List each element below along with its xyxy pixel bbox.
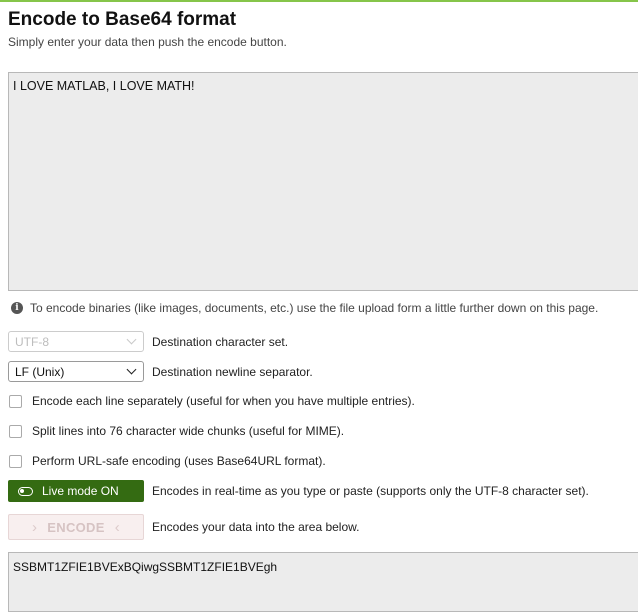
live-mode-label: Encodes in real-time as you type or past… [152, 484, 589, 498]
chevron-down-icon [126, 334, 137, 345]
url-safe-checkbox[interactable] [9, 454, 22, 468]
newline-select-value: LF (Unix) [15, 364, 65, 379]
chevron-down-icon [126, 364, 137, 375]
encode-button[interactable]: › ENCODE ‹ [8, 514, 144, 540]
split-lines-checkbox[interactable] [9, 424, 22, 438]
live-mode-toggle[interactable]: Live mode ON [8, 480, 144, 502]
input-textarea[interactable]: I LOVE MATLAB, I LOVE MATH! [8, 72, 638, 291]
newline-row: LF (Unix) Destination newline separator. [8, 361, 313, 382]
encode-label: Encodes your data into the area below. [152, 520, 360, 534]
charset-select[interactable]: UTF-8 [8, 331, 144, 352]
split-lines-label[interactable]: Split lines into 76 character wide chunk… [32, 424, 344, 438]
info-icon: i [11, 302, 23, 314]
each-line-row: Encode each line separately (useful for … [8, 394, 415, 408]
live-mode-row: Live mode ON Encodes in real-time as you… [8, 480, 589, 502]
charset-label: Destination character set. [152, 334, 289, 349]
split-lines-row: Split lines into 76 character wide chunk… [8, 424, 344, 438]
page-title: Encode to Base64 format [8, 9, 237, 30]
charset-row: UTF-8 Destination character set. [8, 331, 288, 352]
charset-select-value: UTF-8 [15, 334, 49, 349]
output-textarea[interactable]: SSBMT1ZFIE1BVExBQiwgSSBMT1ZFIE1BVEgh [8, 552, 638, 612]
url-safe-label[interactable]: Perform URL-safe encoding (uses Base64UR… [32, 454, 326, 468]
info-text: To encode binaries (like images, documen… [30, 301, 599, 315]
newline-label: Destination newline separator. [152, 364, 313, 379]
each-line-checkbox[interactable] [9, 394, 22, 408]
info-note: i To encode binaries (like images, docum… [11, 301, 598, 315]
url-safe-row: Perform URL-safe encoding (uses Base64UR… [8, 454, 326, 468]
encode-button-label: ENCODE [47, 519, 105, 535]
toggle-switch-icon [18, 486, 33, 496]
top-accent-line [0, 0, 638, 2]
chevron-right-icon: › [31, 518, 38, 536]
live-mode-button-label: Live mode ON [42, 484, 119, 498]
page-subtitle: Simply enter your data then push the enc… [8, 35, 287, 49]
chevron-left-icon: ‹ [114, 518, 120, 536]
newline-select[interactable]: LF (Unix) [8, 361, 144, 382]
encode-row: › ENCODE ‹ Encodes your data into the ar… [8, 514, 359, 540]
each-line-label[interactable]: Encode each line separately (useful for … [32, 394, 415, 408]
